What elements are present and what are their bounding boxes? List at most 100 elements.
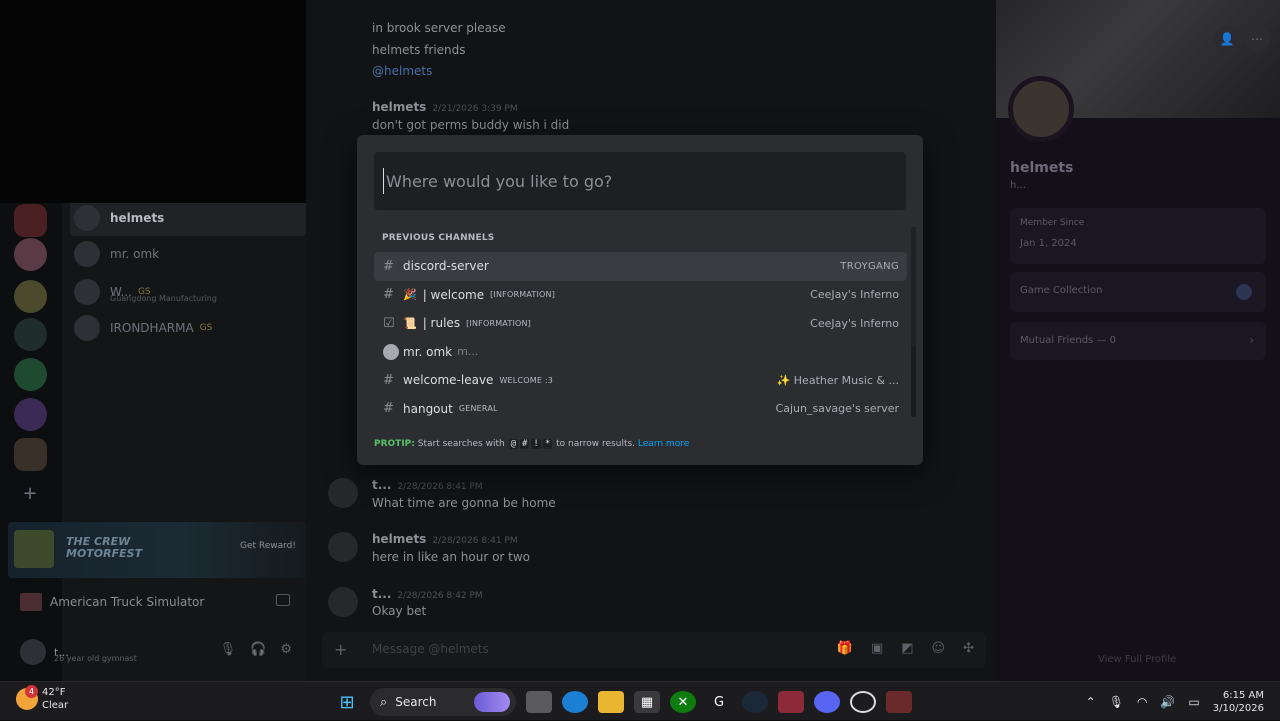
game-icon: [1236, 284, 1252, 300]
avatar: [74, 205, 100, 231]
scrollbar[interactable]: [911, 227, 916, 417]
channel-name: | rules: [422, 316, 461, 331]
attach-plus-icon[interactable]: +: [334, 640, 347, 659]
emoji-icon[interactable]: ☺: [932, 641, 946, 656]
g-hub-icon[interactable]: G: [706, 691, 732, 713]
apps-icon[interactable]: ✣: [963, 641, 974, 656]
server-name: TROYGANG: [840, 260, 899, 272]
profile-avatar[interactable]: [1008, 76, 1074, 142]
wifi-icon[interactable]: ◠: [1137, 695, 1147, 709]
dm-item-mr-omk[interactable]: mr. omk: [70, 236, 306, 272]
quick-switcher-input[interactable]: [383, 168, 893, 194]
promo-banner[interactable]: THE CREW MOTORFEST Get Reward!: [8, 522, 306, 578]
gif-icon[interactable]: ▣: [871, 641, 883, 656]
channel-result[interactable]: # 🎉 | welcome [INFORMATION] CeeJay's Inf…: [374, 281, 907, 310]
xbox-icon[interactable]: ✕: [670, 691, 696, 713]
clock[interactable]: 6:15 AM 3/10/2026: [1213, 689, 1264, 715]
discord-icon[interactable]: [814, 691, 840, 713]
server-icon[interactable]: [14, 358, 47, 391]
scrollbar-thumb[interactable]: [911, 227, 916, 347]
dm-item-irondharma[interactable]: IRONDHARMA GS: [70, 310, 306, 346]
microphone-icon[interactable]: 🎙: [220, 642, 237, 657]
chevron-up-icon[interactable]: ⌃: [1086, 695, 1096, 709]
avatar[interactable]: [328, 532, 358, 562]
battery-icon[interactable]: ▭: [1188, 695, 1199, 709]
user-name: mr. omk: [403, 344, 453, 359]
protip-text: Start searches with: [417, 439, 505, 449]
more-options-icon[interactable]: ⋯: [1244, 26, 1270, 52]
message-author[interactable]: helmets: [372, 100, 426, 114]
app-icon[interactable]: [850, 691, 876, 713]
message-author[interactable]: t...: [372, 478, 391, 492]
channel-name: discord-server: [403, 259, 489, 274]
search-icon: ⌕: [380, 694, 388, 710]
dm-item-w[interactable]: W... GS Guangdong Manufacturing: [70, 274, 306, 310]
game-launcher-icon[interactable]: [778, 691, 804, 713]
message-text: don't got perms buddy wish i did: [372, 118, 570, 132]
file-explorer-icon[interactable]: [598, 691, 624, 713]
hash-icon: #: [383, 372, 394, 388]
server-icon[interactable]: [14, 238, 47, 271]
search-label: Search: [395, 695, 437, 709]
learn-more-link[interactable]: Learn more: [638, 439, 689, 449]
message-author[interactable]: t...: [372, 587, 391, 601]
mutual-friends-label: Mutual Friends — 0: [1020, 335, 1116, 346]
system-tray: ⌃ 🎙 ◠ 🔊 ▭ 6:15 AM 3/10/2026: [1086, 682, 1280, 721]
server-icon[interactable]: [14, 280, 47, 313]
windows-start-icon[interactable]: ⊞: [334, 691, 360, 713]
message-time: 2/28/2026 8:42 PM: [397, 591, 483, 601]
volume-icon[interactable]: 🔊: [1160, 695, 1175, 709]
view-full-profile-link[interactable]: View Full Profile: [1098, 654, 1176, 665]
message-author[interactable]: helmets: [372, 532, 426, 546]
screen-share-icon[interactable]: [276, 594, 290, 606]
avatar: [383, 343, 399, 360]
avatar[interactable]: [20, 639, 46, 665]
steam-icon[interactable]: [742, 691, 768, 713]
dm-item-helmets[interactable]: helmets: [70, 200, 306, 236]
message-text: helmets friends: [372, 43, 466, 57]
server-icon[interactable]: [14, 398, 47, 431]
server-icon[interactable]: [14, 318, 47, 351]
add-friend-icon[interactable]: 👤: [1214, 26, 1240, 52]
channel-name: | welcome: [422, 287, 485, 302]
message-text: in brook server please: [372, 21, 506, 35]
promo-logo: [14, 530, 54, 568]
channel-result[interactable]: # hangout GENERAL Cajun_savage's server: [374, 395, 907, 424]
rules-channel-icon: ☑: [383, 315, 395, 331]
channel-category: GENERAL: [458, 404, 498, 414]
weather-icon: 4: [16, 685, 38, 710]
headphones-icon[interactable]: 🎧: [250, 642, 266, 657]
message-time: 2/28/2026 8:41 PM: [397, 482, 483, 492]
taskbar-search[interactable]: ⌕ Search: [370, 688, 516, 716]
server-icon[interactable]: [14, 204, 47, 237]
server-icon[interactable]: [14, 438, 47, 471]
avatar[interactable]: [328, 478, 358, 508]
add-server-icon[interactable]: +: [22, 485, 38, 503]
weather-widget[interactable]: 4 42°F Clear: [16, 685, 69, 712]
avatar: [74, 241, 100, 267]
weather-condition: Clear: [42, 700, 69, 711]
profile-username: h...: [1010, 180, 1026, 191]
american-truck-simulator-icon[interactable]: [886, 691, 912, 713]
channel-result[interactable]: ☑ 📜 | rules [INFORMATION] CeeJay's Infer…: [374, 309, 907, 338]
get-reward-button[interactable]: Get Reward!: [240, 541, 296, 551]
server-name: CeeJay's Inferno: [810, 288, 899, 302]
edge-browser-icon[interactable]: [562, 691, 588, 713]
discord-app: + helmets mr. omk W... GS Guangdong Manu…: [0, 0, 1280, 681]
channel-result[interactable]: # discord-server TROYGANG: [374, 252, 907, 281]
avatar[interactable]: [328, 587, 358, 617]
message-input[interactable]: Message @helmets: [372, 642, 489, 656]
mention-link[interactable]: @helmets: [372, 64, 432, 78]
gear-icon[interactable]: ⚙: [280, 642, 292, 657]
microsoft-store-icon[interactable]: ▦: [634, 691, 660, 713]
dm-result[interactable]: mr. omk m...: [374, 338, 907, 367]
message-header: helmets 2/21/2026 3:39 PM: [372, 100, 518, 114]
gift-icon[interactable]: 🎁: [837, 641, 853, 656]
game-collection-box[interactable]: Game Collection: [1010, 272, 1266, 312]
mutual-friends-box[interactable]: Mutual Friends — 0 ›: [1010, 322, 1266, 360]
quick-switcher-search: [374, 152, 906, 210]
channel-result[interactable]: # welcome-leave WELCOME :3 ✨ Heather Mus…: [374, 366, 907, 395]
sticker-icon[interactable]: ◩: [901, 641, 913, 656]
microphone-icon[interactable]: 🎙: [1109, 695, 1124, 709]
task-view-icon[interactable]: [526, 691, 552, 713]
